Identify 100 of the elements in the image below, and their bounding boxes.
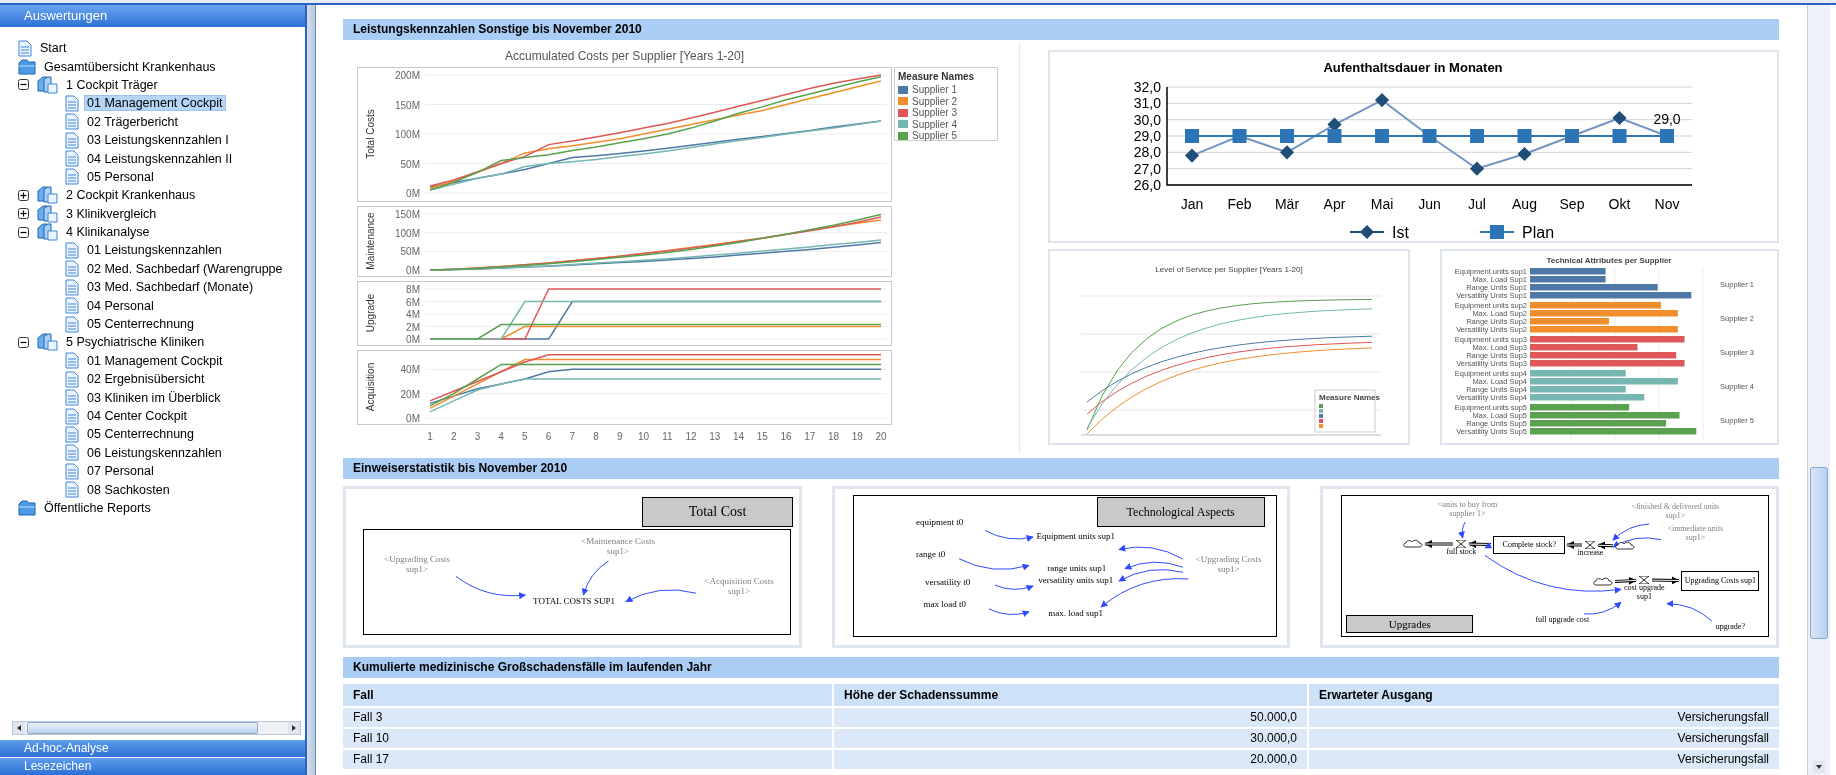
diagram-title: Upgrades bbox=[1346, 615, 1474, 633]
axis-tick-label: 27,0 bbox=[1133, 160, 1161, 177]
legend-label: Supplier 1 bbox=[912, 84, 958, 96]
table-cell: 20.000,0 bbox=[834, 750, 1307, 769]
variable-label: equipment t0 bbox=[915, 518, 965, 529]
axis-tick-label: 29,0 bbox=[1133, 128, 1161, 144]
axis-tick-label: Mär bbox=[1274, 196, 1300, 212]
variable-label: range t0 bbox=[915, 550, 947, 561]
variable-label: versatility units sup1 bbox=[1037, 576, 1115, 587]
table-cell: Versicherungsfall bbox=[1309, 750, 1779, 769]
axis-tick-label: 32,0 bbox=[1133, 79, 1161, 95]
axis-tick-label: Jan bbox=[1180, 196, 1204, 212]
shadow-variable-label: <Acquisition Costs sup1> bbox=[703, 577, 775, 598]
stock-box: Upgrading Costs sup1 bbox=[1681, 571, 1760, 591]
axis-tick-label: Feb bbox=[1227, 196, 1252, 212]
shadow-variable-label: <Maintenance Costs sup1> bbox=[580, 537, 656, 558]
legend-title: Measure Names bbox=[1319, 393, 1380, 402]
section-header: Leistungskennzahlen Sonstige bis November 2010 bbox=[343, 19, 1779, 40]
axis-tick-label: 50M bbox=[400, 158, 420, 170]
axis-tick-label: 6 bbox=[545, 431, 552, 442]
axis-tick-label: Okt bbox=[1608, 196, 1631, 212]
axis-tick-label: 20 bbox=[875, 431, 887, 442]
axis-tick-label: 9 bbox=[617, 431, 623, 442]
axis-tick-label: Jun bbox=[1418, 196, 1441, 212]
axis-tick-label: Aug bbox=[1512, 196, 1537, 212]
section-header: Kumulierte medizinische Großschadensfälle im laufenden Jahr bbox=[343, 657, 1779, 678]
flow-rate-label: cost upgrade sup1 bbox=[1623, 584, 1666, 602]
axis-tick-label: 16 bbox=[780, 431, 792, 442]
axis-tick-label: 100M bbox=[395, 227, 420, 239]
axis-tick-label: 10 bbox=[638, 431, 650, 442]
stock-box: Complete stock? bbox=[1493, 536, 1566, 554]
axis-tick-label: 50M bbox=[400, 246, 420, 258]
table-cell: 30.000,0 bbox=[834, 729, 1307, 748]
axis-label: Acquisition bbox=[365, 362, 376, 412]
axis-tick-label: 2 bbox=[450, 431, 457, 442]
table-cell: Versicherungsfall bbox=[1309, 729, 1779, 748]
axis-tick-label: Nov bbox=[1654, 196, 1680, 212]
variable-label: Equipment units sup1 bbox=[1035, 532, 1116, 543]
data-label: 29,0 bbox=[1653, 111, 1681, 127]
axis-tick-label: 15 bbox=[756, 431, 768, 442]
variable-label: range units sup1 bbox=[1046, 564, 1108, 575]
legend-label: Supplier 2 bbox=[912, 95, 958, 107]
shadow-variable-label: <finished & delivered units sup1> bbox=[1630, 503, 1721, 522]
axis-tick-label: 1 bbox=[427, 431, 433, 442]
axis-tick-label: 4M bbox=[406, 309, 420, 320]
shadow-variable-label: <immediate units sup1> bbox=[1666, 525, 1725, 544]
chart-title: Accumulated Costs per Supplier [Years 1-20] bbox=[504, 49, 745, 63]
flow-rate-label: full stock bbox=[1446, 548, 1477, 557]
axis-tick-label: 200M bbox=[395, 70, 420, 81]
axis-tick-label: 4 bbox=[498, 431, 504, 442]
axis-tick-label: 11 bbox=[662, 431, 673, 442]
legend-label: Supplier 3 bbox=[912, 107, 958, 119]
axis-tick-label: 40M bbox=[400, 364, 420, 376]
axis-tick-label: 3 bbox=[474, 431, 481, 442]
axis-tick-label: 18 bbox=[828, 431, 840, 442]
axis-tick-label: Apr bbox=[1323, 196, 1346, 212]
axis-tick-label: 0M bbox=[406, 413, 420, 424]
axis-tick-label: 0M bbox=[406, 265, 420, 276]
variable-label: full upgrade cost bbox=[1534, 616, 1591, 626]
flow-rate-label: increase bbox=[1577, 549, 1604, 558]
axis-tick-label: Mai bbox=[1370, 196, 1394, 212]
axis-tick-label: 0M bbox=[406, 334, 420, 345]
shadow-variable-label: <units to buy from supplier 1> bbox=[1436, 501, 1499, 520]
axis-tick-label: Sep bbox=[1559, 196, 1585, 212]
legend-label: Ist bbox=[1392, 224, 1409, 241]
axis-tick-label: 30,0 bbox=[1133, 111, 1161, 128]
axis-tick-label: 150M bbox=[395, 209, 420, 220]
variable-label: upgrade? bbox=[1714, 623, 1746, 633]
table-cell: Versicherungsfall bbox=[1309, 708, 1779, 727]
legend-label: Plan bbox=[1522, 224, 1555, 241]
axis-tick-label: 2M bbox=[406, 321, 420, 333]
chart-title: Level of Service per Supplier [Years 1-20] bbox=[1155, 265, 1303, 274]
diagram-title: Total Cost bbox=[642, 497, 793, 527]
axis-tick-label: 8M bbox=[406, 284, 420, 295]
table-cell: Fall 10 bbox=[343, 729, 832, 748]
axis-tick-label: 19 bbox=[851, 431, 863, 442]
axis-label: Maintenance bbox=[365, 212, 376, 270]
axis-tick-label: 28,0 bbox=[1133, 144, 1161, 161]
axis-tick-label: 14 bbox=[733, 431, 745, 442]
axis-tick-label: 26,0 bbox=[1133, 177, 1161, 193]
axis-tick-label: 100M bbox=[395, 129, 420, 140]
section-header: Einweiserstatistik bis November 2010 bbox=[343, 458, 1779, 479]
legend-label: Supplier 4 bbox=[912, 118, 958, 130]
variable-label: max load t0 bbox=[922, 600, 967, 611]
axis-label: Upgrade bbox=[365, 293, 376, 333]
axis-tick-label: 7 bbox=[569, 431, 576, 442]
table-cell: Fall 17 bbox=[343, 750, 832, 769]
table-cell: 50.000,0 bbox=[834, 708, 1307, 727]
axis-tick-label: 8 bbox=[593, 431, 599, 442]
legend-label: Supplier 5 bbox=[912, 130, 958, 142]
chart-title: Technical Attributes per Supplier bbox=[1546, 256, 1672, 265]
diagram-title: Technological Aspects bbox=[1096, 497, 1265, 527]
table-cell: Fall 3 bbox=[343, 708, 832, 727]
chart-title: Aufenthaltsdauer in Monaten bbox=[1323, 60, 1503, 75]
variable-label: max. load sup1 bbox=[1047, 609, 1105, 620]
axis-tick-label: 5 bbox=[522, 431, 528, 442]
axis-tick-label: 31,0 bbox=[1133, 95, 1161, 112]
shadow-variable-label: <Upgrading Costs sup1> bbox=[1194, 555, 1263, 576]
variable-label: TOTAL COSTS SUP1 bbox=[532, 597, 616, 608]
shadow-variable-label: <Upgrading Costs sup1> bbox=[383, 555, 451, 576]
